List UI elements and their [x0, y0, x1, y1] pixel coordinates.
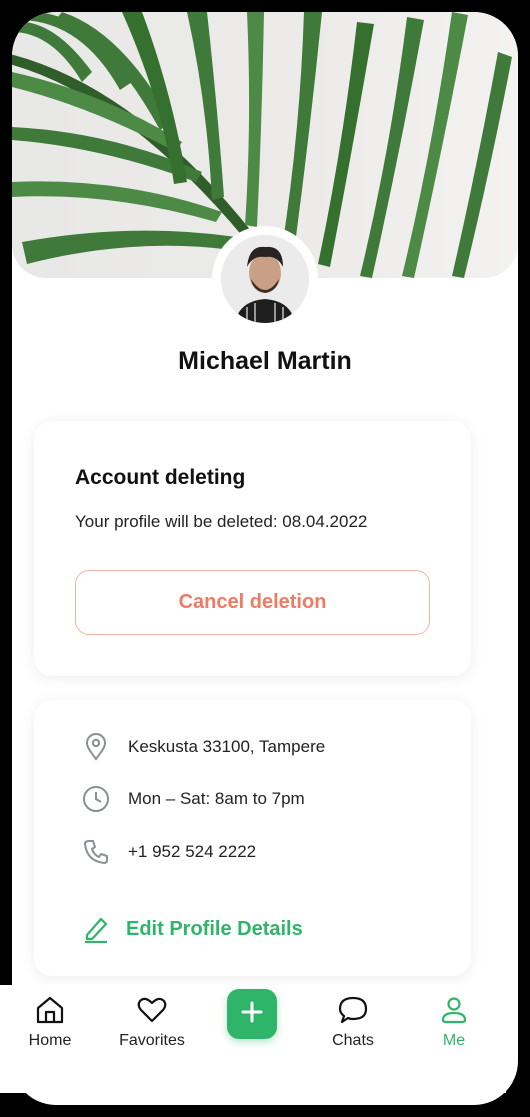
home-icon [33, 993, 67, 1027]
clock-icon [80, 783, 112, 815]
avatar[interactable] [221, 235, 309, 323]
nav-me[interactable]: Me [409, 993, 499, 1050]
edit-profile-details-link[interactable]: Edit Profile Details [80, 912, 303, 946]
profile-name: Michael Martin [178, 347, 352, 375]
chat-bubble-icon [336, 993, 370, 1027]
nav-chats-label: Chats [332, 1032, 374, 1049]
nav-favorites[interactable]: Favorites [107, 993, 197, 1050]
person-icon [437, 993, 471, 1027]
phone-icon [80, 836, 112, 868]
nav-home-label: Home [28, 1032, 72, 1049]
nav-chats[interactable]: Chats [308, 993, 398, 1050]
account-deletion-card [34, 421, 471, 676]
deletion-title: Account deleting [75, 466, 246, 489]
nav-me-label: Me [442, 1032, 466, 1049]
hours-row: Mon – Sat: 8am to 7pm [80, 782, 305, 816]
phone-row: +1 952 524 2222 [80, 835, 256, 869]
add-button[interactable] [227, 989, 277, 1039]
deletion-message: Your profile will be deleted: 08.04.2022 [75, 512, 368, 531]
hours-text: Mon – Sat: 8am to 7pm [128, 789, 305, 808]
address-row: Keskusta 33100, Tampere [80, 730, 325, 764]
cancel-deletion-button[interactable]: Cancel deletion [75, 570, 430, 635]
heart-icon [135, 993, 169, 1027]
edit-profile-details-label: Edit Profile Details [126, 917, 303, 940]
location-pin-icon [80, 731, 112, 763]
address-text: Keskusta 33100, Tampere [128, 737, 326, 756]
phone-text: +1 952 524 2222 [128, 842, 257, 861]
pencil-icon [80, 913, 112, 945]
plus-icon [240, 1000, 264, 1029]
nav-home[interactable]: Home [5, 993, 95, 1050]
nav-favorites-label: Favorites [119, 1032, 185, 1049]
